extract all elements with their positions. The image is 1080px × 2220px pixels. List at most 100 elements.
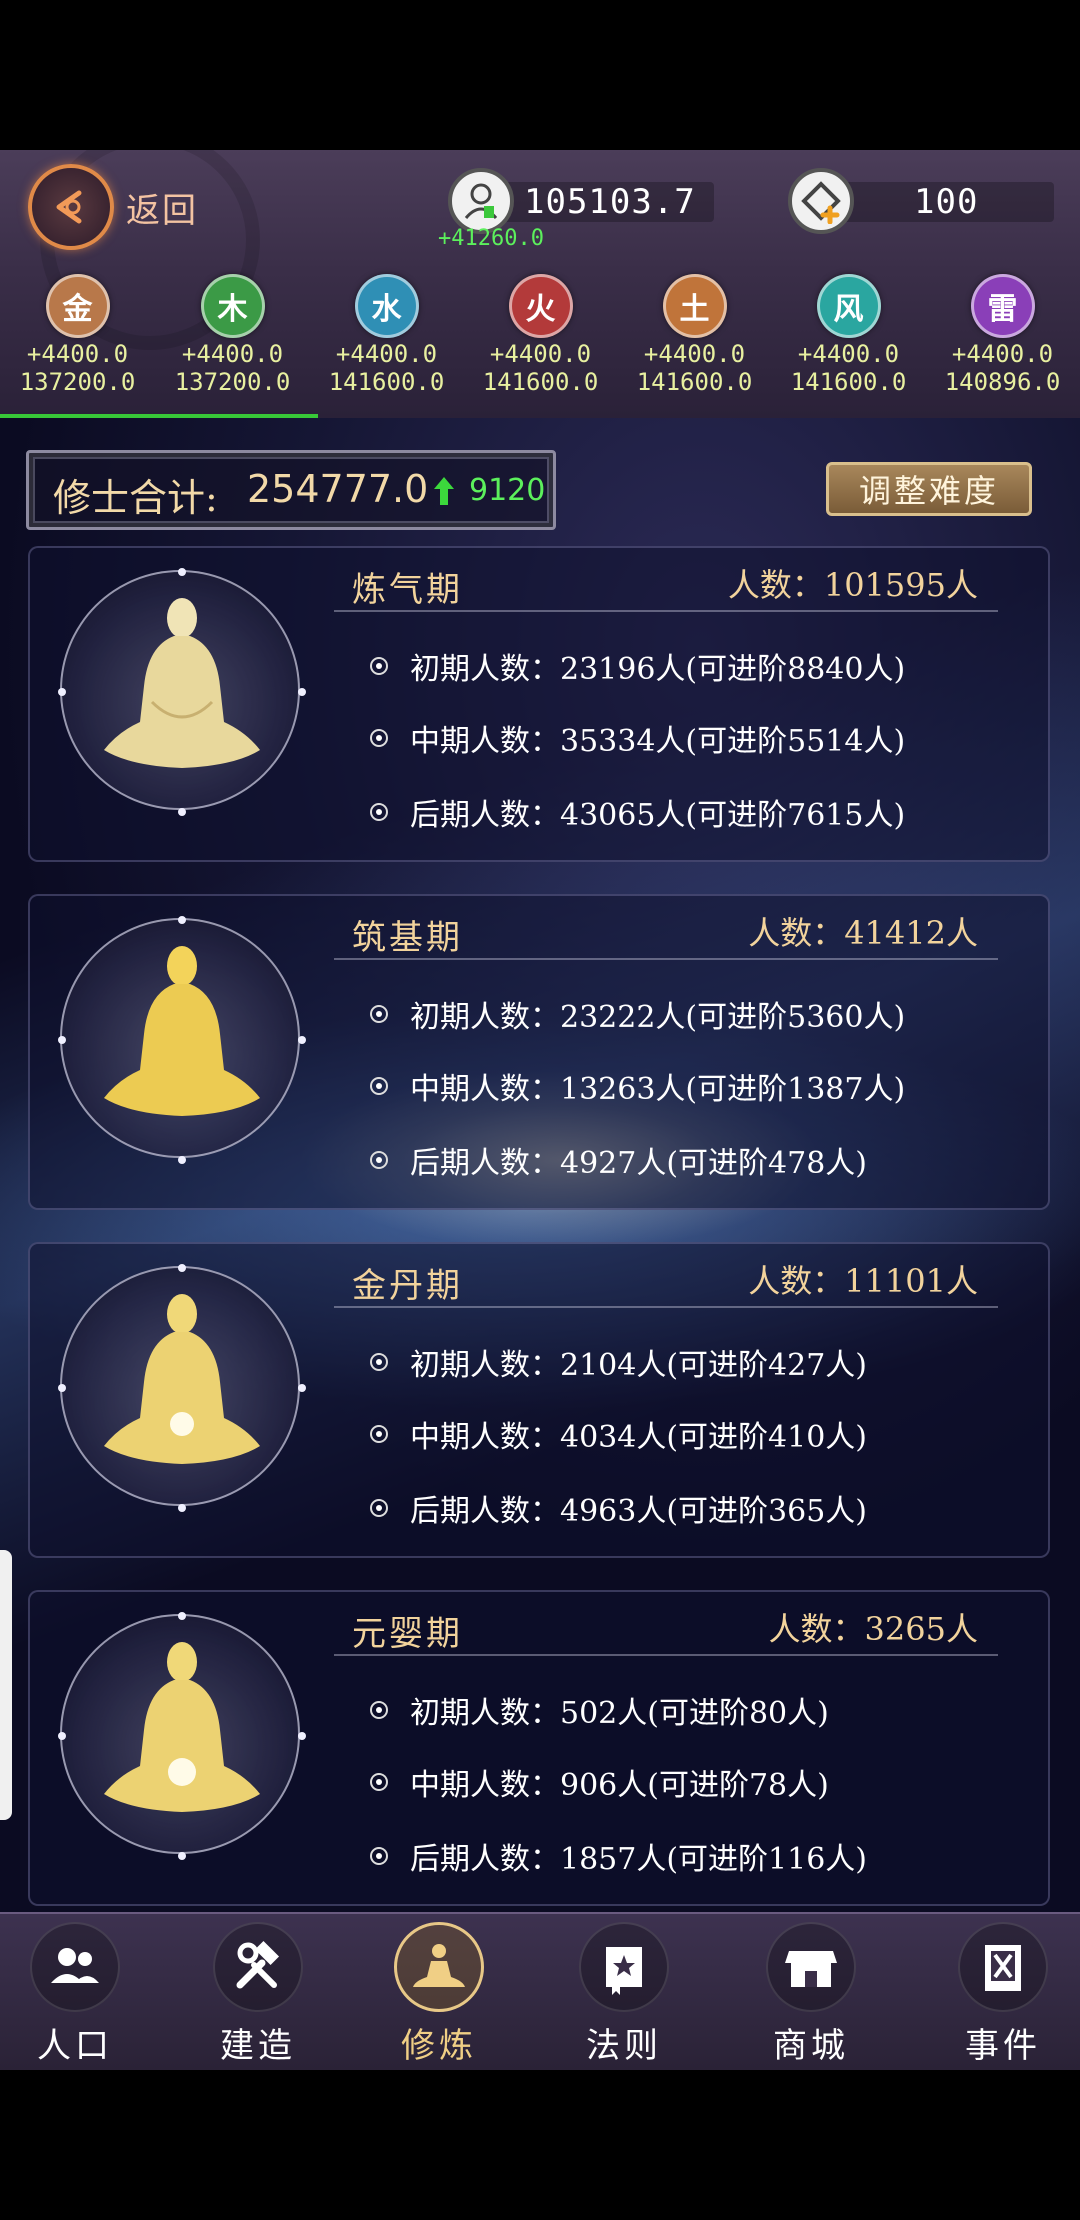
stage-row-late: 后期人数：43065人(可进阶7615人) xyxy=(370,790,905,834)
stage-row-mid: 中期人数：13263人(可进阶1387人) xyxy=(370,1064,905,1108)
stage-row-early: 初期人数：2104人(可进阶427人) xyxy=(370,1340,867,1384)
element-thunder[interactable]: 雷 +4400.0 140896.0 xyxy=(925,270,1080,396)
stage-card-qi-refining[interactable]: 炼气期 人数：101595人 初期人数：23196人(可进阶8840人) 中期人… xyxy=(28,546,1050,862)
stage-row-text: 初期人数：23222人(可进阶5360人) xyxy=(410,1000,906,1035)
back-button[interactable]: 返回 xyxy=(28,162,198,252)
stage-title: 金丹期 xyxy=(352,1266,463,1306)
stage-row-text: 中期人数：35334人(可进阶5514人) xyxy=(410,724,906,759)
element-wind[interactable]: 风 +4400.0 141600.0 xyxy=(771,270,926,396)
bullet-icon xyxy=(370,803,388,821)
element-rate: +4400.0 xyxy=(797,340,900,368)
element-badge: 水 xyxy=(354,274,419,338)
element-earth[interactable]: 土 +4400.0 141600.0 xyxy=(617,270,772,396)
stage-card-nascent-soul[interactable]: 元婴期 人数：3265人 初期人数：502人(可进阶80人) 中期人数：906人… xyxy=(28,1590,1050,1906)
population-delta: +41260.0 xyxy=(438,226,544,251)
currency-add-icon[interactable] xyxy=(788,168,854,234)
cultivator-total-value: 254777.0 xyxy=(247,467,429,511)
game-screen: 返回 105103.7 +41260.0 100 金 +4400.0 13720… xyxy=(0,150,1080,2070)
stage-row-text: 中期人数：4034人(可进阶410人) xyxy=(410,1420,868,1455)
nav-label: 人口 xyxy=(37,2026,113,2066)
stage-avatar xyxy=(58,1612,306,1860)
element-fire[interactable]: 火 +4400.0 141600.0 xyxy=(463,270,618,396)
stage-row-text: 后期人数：4927人(可进阶478人) xyxy=(410,1146,868,1181)
stage-divider xyxy=(334,1654,998,1656)
bullet-icon xyxy=(370,1773,388,1791)
element-total: 141600.0 xyxy=(482,368,599,396)
population-icon xyxy=(448,168,514,234)
stage-count: 人数：11101人 xyxy=(748,1262,978,1300)
bullet-icon xyxy=(370,729,388,747)
element-badge: 土 xyxy=(662,274,727,338)
bullet-icon xyxy=(370,1425,388,1443)
nav-label: 修炼 xyxy=(401,2026,477,2066)
people-icon xyxy=(30,1922,120,2012)
meditating-figure-icon xyxy=(104,1642,260,1812)
element-rate: +4400.0 xyxy=(489,340,592,368)
bullet-icon xyxy=(370,1701,388,1719)
nav-label: 建造 xyxy=(220,2026,296,2066)
nav-shop[interactable]: 商城 xyxy=(736,1922,886,2067)
nav-build[interactable]: 建造 xyxy=(183,1922,333,2067)
stage-card-foundation[interactable]: 筑基期 人数：41412人 初期人数：23222人(可进阶5360人) 中期人数… xyxy=(28,894,1050,1210)
side-pull-tab[interactable] xyxy=(0,1550,12,1820)
element-badge: 木 xyxy=(200,274,265,338)
back-label: 返回 xyxy=(126,190,198,231)
meditating-figure-icon xyxy=(104,946,260,1116)
bottom-navigation: 人口 建造 修炼 法则 商城 事件 xyxy=(0,1912,1080,2070)
stage-avatar xyxy=(58,1264,306,1512)
element-rate: +4400.0 xyxy=(335,340,438,368)
element-badge: 风 xyxy=(816,274,881,338)
stage-divider xyxy=(334,610,998,612)
stage-title: 筑基期 xyxy=(352,918,463,958)
adjust-difficulty-button[interactable]: 调整难度 xyxy=(826,462,1032,516)
element-metal[interactable]: 金 +4400.0 137200.0 xyxy=(0,270,155,396)
stage-count: 人数：41412人 xyxy=(748,914,978,952)
nav-cultivate[interactable]: 修炼 xyxy=(364,1922,514,2067)
element-total: 141600.0 xyxy=(636,368,753,396)
element-total: 137200.0 xyxy=(19,368,136,396)
element-wood[interactable]: 木 +4400.0 137200.0 xyxy=(155,270,310,396)
stage-title: 炼气期 xyxy=(352,570,463,610)
nav-label: 事件 xyxy=(965,2026,1041,2066)
stage-card-golden-core[interactable]: 金丹期 人数：11101人 初期人数：2104人(可进阶427人) 中期人数：4… xyxy=(28,1242,1050,1558)
build-tools-icon xyxy=(213,1922,303,2012)
currency-value: 100 xyxy=(914,182,979,222)
system-bottom-area xyxy=(0,2070,1080,2220)
stage-row-text: 中期人数：906人(可进阶78人) xyxy=(410,1768,829,1803)
element-rate: +4400.0 xyxy=(26,340,129,368)
nav-population[interactable]: 人口 xyxy=(0,1922,150,2067)
shop-icon xyxy=(766,1922,856,2012)
cultivator-total-label: 修士合计: xyxy=(53,476,218,520)
nav-rules[interactable]: 法则 xyxy=(549,1922,699,2067)
stage-row-text: 初期人数：23196人(可进阶8840人) xyxy=(410,652,906,687)
stage-divider xyxy=(334,1306,998,1308)
meditation-icon xyxy=(394,1922,484,2012)
meditating-figure-icon xyxy=(104,1294,260,1464)
stage-row-mid: 中期人数：4034人(可进阶410人) xyxy=(370,1412,867,1456)
top-header: 返回 105103.7 +41260.0 100 金 +4400.0 13720… xyxy=(0,150,1080,418)
stage-row-late: 后期人数：4963人(可进阶365人) xyxy=(370,1486,867,1530)
stage-title: 元婴期 xyxy=(352,1614,463,1654)
element-resources: 金 +4400.0 137200.0 木 +4400.0 137200.0 水 … xyxy=(0,270,1080,410)
bullet-icon xyxy=(370,1077,388,1095)
stage-row-late: 后期人数：1857人(可进阶116人) xyxy=(370,1834,867,1878)
bullet-icon xyxy=(370,657,388,675)
bullet-icon xyxy=(370,1499,388,1517)
meditating-figure-icon xyxy=(104,598,260,768)
element-total: 140896.0 xyxy=(944,368,1061,396)
stage-row-mid: 中期人数：35334人(可进阶5514人) xyxy=(370,716,905,760)
element-rate: +4400.0 xyxy=(951,340,1054,368)
stage-avatar xyxy=(58,916,306,1164)
nav-events[interactable]: 事件 xyxy=(928,1922,1078,2067)
element-total: 141600.0 xyxy=(328,368,445,396)
element-rate: +4400.0 xyxy=(181,340,284,368)
element-rate: +4400.0 xyxy=(643,340,746,368)
element-water[interactable]: 水 +4400.0 141600.0 xyxy=(309,270,464,396)
nav-label: 商城 xyxy=(773,2026,849,2066)
cultivator-total-delta: 9120 xyxy=(469,473,546,508)
element-total: 137200.0 xyxy=(174,368,291,396)
stage-row-early: 初期人数：502人(可进阶80人) xyxy=(370,1688,829,1732)
stage-row-late: 后期人数：4927人(可进阶478人) xyxy=(370,1138,867,1182)
cultivator-total-panel: 修士合计: 254777.0 9120 xyxy=(26,450,556,530)
event-book-icon xyxy=(958,1922,1048,2012)
